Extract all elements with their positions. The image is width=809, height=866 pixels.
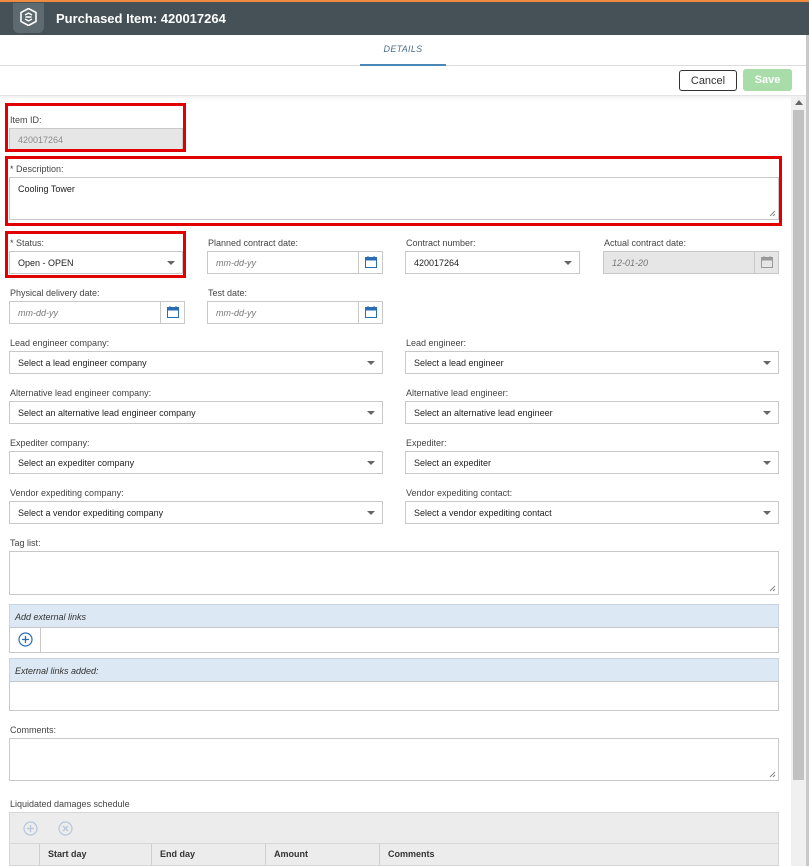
tag-list-label: Tag list:: [10, 538, 41, 548]
lead-engineer-select[interactable]: Select a lead engineer: [405, 351, 779, 374]
resize-grip-icon[interactable]: [769, 585, 776, 592]
item-id-label: Item ID:: [10, 115, 42, 125]
chevron-down-icon: [367, 361, 375, 365]
contract-number-select[interactable]: 420017264: [405, 251, 580, 274]
expediter-company-select[interactable]: Select an expediter company: [9, 451, 383, 474]
status-select[interactable]: Open - OPEN: [9, 251, 183, 274]
add-link-button[interactable]: [10, 628, 41, 652]
chevron-down-icon: [367, 411, 375, 415]
app-logo-icon: [13, 3, 44, 33]
description-input[interactable]: Cooling Tower: [9, 177, 779, 220]
chevron-down-icon: [763, 361, 771, 365]
add-external-links-row: [9, 627, 779, 653]
expediter-select[interactable]: Select an expediter: [405, 451, 779, 474]
physical-delivery-date-label: Physical delivery date:: [10, 288, 100, 298]
actual-contract-date-label: Actual contract date:: [604, 238, 687, 248]
chevron-down-icon: [367, 461, 375, 465]
add-external-links-header: Add external links: [9, 604, 779, 628]
scroll-up-arrow-icon[interactable]: [795, 100, 803, 105]
resize-grip-icon[interactable]: [769, 771, 776, 778]
vendor-expediting-contact-label: Vendor expediting contact:: [406, 488, 513, 498]
description-label: * Description:: [10, 164, 64, 174]
comments-label: Comments:: [10, 725, 57, 735]
planned-contract-date-input[interactable]: mm-dd-yy: [207, 251, 383, 274]
calendar-icon[interactable]: [160, 302, 184, 323]
vendor-expediting-company-label: Vendor expediting company:: [10, 488, 124, 498]
vertical-scrollbar[interactable]: [791, 96, 806, 866]
expediter-label: Expediter:: [406, 438, 447, 448]
item-id-field: 420017264: [9, 128, 183, 151]
chevron-down-icon: [763, 411, 771, 415]
vendor-expediting-company-select[interactable]: Select a vendor expediting company: [9, 501, 383, 524]
lead-engineer-company-select[interactable]: Select a lead engineer company: [9, 351, 383, 374]
alt-lead-engineer-company-label: Alternative lead engineer company:: [10, 388, 152, 398]
lead-engineer-company-label: Lead engineer company:: [10, 338, 110, 348]
column-header[interactable]: Start day: [39, 844, 151, 866]
window-title: Purchased Item: 420017264: [56, 11, 226, 26]
test-date-label: Test date:: [208, 288, 248, 298]
calendar-icon: [754, 252, 778, 273]
expediter-company-label: Expediter company:: [10, 438, 90, 448]
lead-engineer-label: Lead engineer:: [406, 338, 467, 348]
tag-list-input[interactable]: [9, 551, 779, 595]
chevron-down-icon: [763, 511, 771, 515]
scrollbar-thumb[interactable]: [793, 110, 804, 780]
vendor-expediting-contact-select[interactable]: Select a vendor expediting contact: [405, 501, 779, 524]
calendar-icon[interactable]: [358, 252, 382, 273]
plus-circle-icon: [18, 632, 33, 647]
chevron-down-icon: [367, 511, 375, 515]
remove-row-icon[interactable]: [58, 821, 73, 836]
test-date-input[interactable]: mm-dd-yy: [207, 301, 383, 324]
column-header[interactable]: Amount: [265, 844, 379, 866]
title-bar: Purchased Item: 420017264: [0, 0, 809, 35]
comments-input[interactable]: [9, 738, 779, 781]
liquidated-damages-label: Liquidated damages schedule: [10, 799, 130, 809]
tab-bar: DETAILS: [0, 35, 809, 66]
column-header[interactable]: End day: [151, 844, 265, 866]
calendar-icon[interactable]: [358, 302, 382, 323]
contract-number-label: Contract number:: [406, 238, 476, 248]
cancel-button[interactable]: Cancel: [679, 70, 737, 91]
action-toolbar: Cancel Save: [0, 66, 809, 96]
alt-lead-engineer-select[interactable]: Select an alternative lead engineer: [405, 401, 779, 424]
external-links-added-header: External links added:: [9, 658, 779, 682]
column-header[interactable]: Comments: [379, 844, 778, 866]
actual-contract-date-input: 12-01-20: [603, 251, 779, 274]
tab-details[interactable]: DETAILS: [360, 35, 446, 66]
row-select-header: [10, 844, 39, 866]
liquidated-damages-header-row: Start day End day Amount Comments: [9, 844, 779, 866]
physical-delivery-date-input[interactable]: mm-dd-yy: [9, 301, 185, 324]
chevron-down-icon: [167, 261, 175, 265]
add-row-icon[interactable]: [23, 821, 38, 836]
status-label: * Status:: [10, 238, 45, 248]
alt-lead-engineer-company-select[interactable]: Select an alternative lead engineer comp…: [9, 401, 383, 424]
save-button[interactable]: Save: [743, 69, 792, 91]
alt-lead-engineer-label: Alternative lead engineer:: [406, 388, 509, 398]
external-links-added-list: [9, 681, 779, 711]
planned-contract-date-label: Planned contract date:: [208, 238, 299, 248]
resize-grip-icon[interactable]: [769, 210, 776, 217]
chevron-down-icon: [763, 461, 771, 465]
liquidated-damages-toolbar: [9, 812, 779, 844]
chevron-down-icon: [564, 261, 572, 265]
